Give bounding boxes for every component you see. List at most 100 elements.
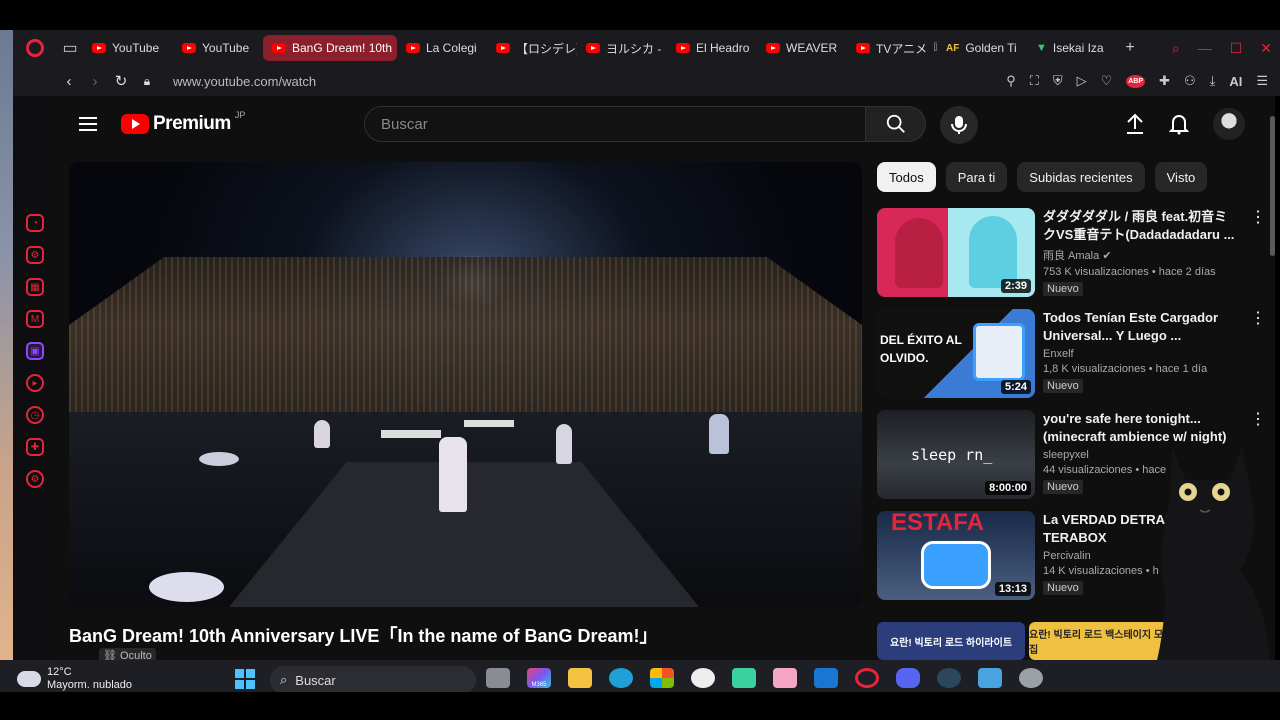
- chip-subidas-recientes[interactable]: Subidas recientes: [1017, 162, 1145, 192]
- extensions-sidebar-icon[interactable]: ✚: [26, 438, 44, 456]
- more-options-icon[interactable]: ⋮: [1250, 311, 1266, 327]
- speed-dial-icon[interactable]: ◔: [26, 214, 44, 232]
- pin-icon[interactable]: ⚲: [1006, 73, 1016, 89]
- video-frame-crowd: [69, 257, 862, 427]
- tab-youtube-2[interactable]: YouTube: [173, 35, 263, 61]
- edge-icon[interactable]: [609, 668, 633, 688]
- discord-panel-icon[interactable]: ▦: [26, 278, 44, 296]
- page-scrollbar[interactable]: [1270, 116, 1275, 256]
- app-icon-pink[interactable]: [773, 668, 797, 688]
- youtube-premium-logo[interactable]: Premium JP: [121, 110, 246, 135]
- reload-icon[interactable]: ↻: [109, 69, 133, 93]
- recommendation-title[interactable]: ダダダダダル / 雨良 feat.初音ミクVS重音テト(Dadadadadaru…: [1043, 208, 1235, 244]
- channel-name[interactable]: Enxelf: [1043, 348, 1235, 360]
- close-icon[interactable]: ✕: [1260, 40, 1272, 57]
- video-title: BanG Dream! 10th Anniversary LIVE「In the…: [69, 626, 658, 646]
- opera-menu-button[interactable]: [13, 30, 57, 66]
- profile-icon[interactable]: ⚇: [1184, 73, 1196, 89]
- tab-bang-dream-active[interactable]: BanG Dream! 10th: [263, 35, 397, 61]
- tab-search-icon[interactable]: ⌕: [1172, 40, 1180, 57]
- forward-arrow-icon[interactable]: ›: [83, 69, 107, 93]
- taskbar-search-placeholder: Buscar: [295, 672, 336, 688]
- tab-golden-ti[interactable]: AF Golden Ti: [937, 35, 1027, 61]
- snapshot-icon[interactable]: ⛶: [1030, 73, 1039, 89]
- tab-la-colegi[interactable]: La Colegi: [397, 35, 487, 61]
- back-arrow-icon[interactable]: ‹: [57, 69, 81, 93]
- tab-yorushika[interactable]: ヨルシカ -: [577, 35, 667, 61]
- extensions-icon[interactable]: ✚: [1159, 73, 1170, 89]
- microsoft-365-icon[interactable]: M365: [527, 668, 551, 688]
- app-icon-green[interactable]: [732, 668, 756, 688]
- recommendation-item[interactable]: DEL ÉXITO AL OLVIDO. 5:24 Todos Tenían E…: [877, 309, 1266, 398]
- video-player[interactable]: [69, 162, 862, 607]
- file-explorer-icon[interactable]: [568, 668, 592, 688]
- partial-thumbnail[interactable]: 요란! 빅토리 로드 하이라이트: [877, 622, 1025, 660]
- recommendation-info: Todos Tenían Este Cargador Universal... …: [1043, 309, 1235, 398]
- windows-start-icon[interactable]: [235, 669, 255, 689]
- recommendation-item[interactable]: 2:39 ダダダダダル / 雨良 feat.初音ミクVS重音テト(Dadadad…: [877, 208, 1266, 297]
- chip-todos[interactable]: Todos: [877, 162, 936, 192]
- player-icon[interactable]: ▸: [26, 374, 44, 392]
- opera-taskbar-icon[interactable]: [855, 668, 879, 688]
- settings-gear-icon[interactable]: [1019, 668, 1043, 688]
- letterbox-bottom: [0, 692, 1280, 720]
- video-thumbnail[interactable]: sleep rn_ 8:00:00: [877, 410, 1035, 499]
- chip-para-ti[interactable]: Para ti: [945, 162, 1008, 192]
- tab-tv-anime[interactable]: TVアニメ『: [847, 35, 937, 61]
- extension-icons: ⚲ ⛶ ⛨ ▷ ♡ ABP ✚ ⚇ ⤓ AI ☰: [1006, 73, 1280, 89]
- play-icon[interactable]: ▷: [1077, 73, 1087, 89]
- download-icon[interactable]: ⤓: [1210, 73, 1216, 89]
- robot-icon[interactable]: ⚙: [26, 246, 44, 264]
- taskbar-search[interactable]: ⌕ Buscar: [270, 666, 476, 694]
- upload-icon[interactable]: [1125, 113, 1145, 135]
- tab-label: WEAVER: [786, 41, 838, 55]
- shield-icon[interactable]: ⛨: [1053, 73, 1063, 89]
- channel-label: 雨良 Amala: [1043, 250, 1100, 262]
- photos-icon[interactable]: [978, 668, 1002, 688]
- video-thumbnail[interactable]: 2:39: [877, 208, 1035, 297]
- chatgpt-icon[interactable]: [691, 668, 715, 688]
- recommendation-title[interactable]: Todos Tenían Este Cargador Universal... …: [1043, 309, 1235, 345]
- weather-condition: Mayorm. nublado: [47, 679, 132, 691]
- task-view-icon[interactable]: [486, 668, 510, 688]
- steam-icon[interactable]: [937, 668, 961, 688]
- tab-weaver[interactable]: WEAVER: [757, 35, 847, 61]
- logo-region: JP: [234, 110, 246, 120]
- chip-visto[interactable]: Visto: [1154, 162, 1208, 192]
- maximize-icon[interactable]: ☐: [1230, 40, 1243, 57]
- aria-ai-icon[interactable]: AI: [1229, 74, 1242, 89]
- weather-widget[interactable]: 12°C Mayorm. nublado: [17, 666, 132, 692]
- tab-isekai-iza[interactable]: ▼ Isekai Iza: [1027, 35, 1117, 61]
- more-options-icon[interactable]: ⋮: [1250, 412, 1266, 428]
- voice-search-button[interactable]: [940, 106, 978, 144]
- youtube-tab-icon: [406, 43, 420, 53]
- discord-icon[interactable]: [896, 668, 920, 688]
- tab-youtube-1[interactable]: YouTube: [83, 35, 173, 61]
- minimize-icon[interactable]: —: [1198, 40, 1212, 56]
- tab-el-headro[interactable]: El Headro: [667, 35, 757, 61]
- adblock-icon[interactable]: ABP: [1126, 74, 1146, 88]
- heart-icon[interactable]: ♡: [1101, 73, 1113, 89]
- twitch-icon[interactable]: ▣: [26, 342, 44, 360]
- video-thumbnail[interactable]: DEL ÉXITO AL OLVIDO. 5:24: [877, 309, 1035, 398]
- tab-roshidere[interactable]: 【ロシデレ】: [487, 35, 577, 61]
- url-field[interactable]: www.youtube.com/watch: [173, 74, 316, 89]
- account-avatar[interactable]: [1213, 108, 1245, 140]
- search-input[interactable]: [381, 115, 865, 133]
- messenger-icon[interactable]: M: [26, 310, 44, 328]
- easy-setup-icon[interactable]: ☰: [1256, 73, 1268, 89]
- new-tab-plus-icon[interactable]: +: [1117, 35, 1143, 61]
- channel-name[interactable]: 雨良 Amala ✔: [1043, 247, 1235, 263]
- tab-islands-icon[interactable]: ▭: [57, 35, 83, 61]
- microsoft-store-icon[interactable]: [650, 668, 674, 688]
- tab-label: TVアニメ『: [876, 41, 937, 56]
- more-options-icon[interactable]: ⋮: [1250, 210, 1266, 226]
- search-button[interactable]: [866, 106, 926, 142]
- menu-icon[interactable]: [79, 117, 97, 131]
- outlook-icon[interactable]: [814, 668, 838, 688]
- settings-icon[interactable]: ⚙: [26, 470, 44, 488]
- youtube-tab-icon: [676, 43, 690, 53]
- video-thumbnail[interactable]: ESTAFA 13:13: [877, 511, 1035, 600]
- history-icon[interactable]: ◷: [26, 406, 44, 424]
- notifications-bell-icon[interactable]: [1169, 113, 1189, 135]
